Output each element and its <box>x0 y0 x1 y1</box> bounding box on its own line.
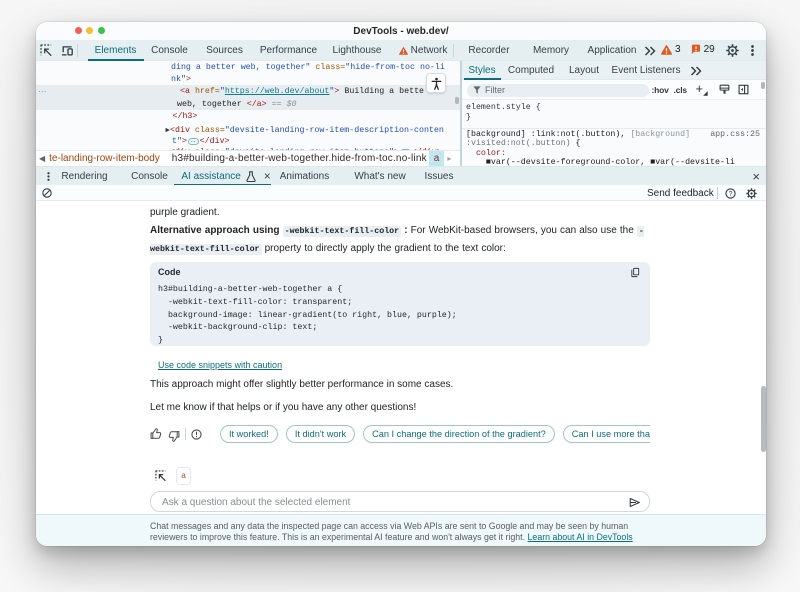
svg-text:?: ? <box>729 190 733 197</box>
